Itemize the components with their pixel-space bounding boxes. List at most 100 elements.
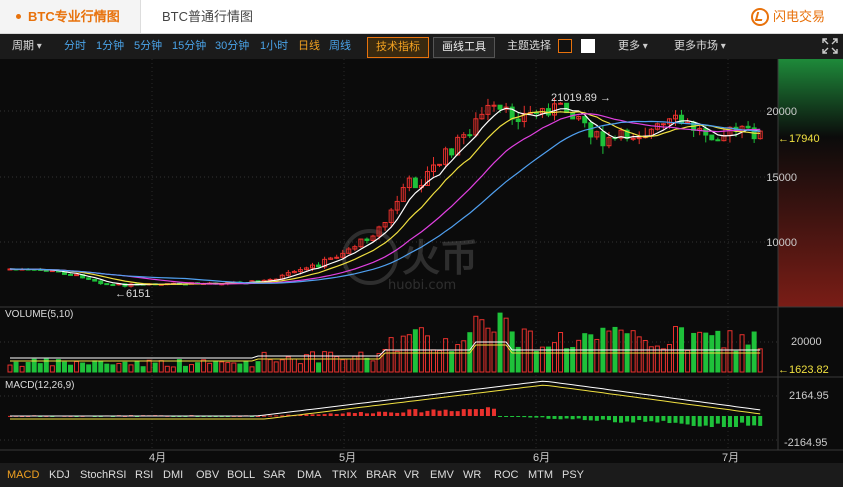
candle-body	[497, 104, 503, 110]
theme-light-swatch[interactable]	[581, 39, 595, 53]
x-tick-april: 4月	[149, 452, 166, 463]
candle-body	[703, 128, 709, 136]
volume-bar	[182, 365, 188, 373]
macd-bar	[637, 416, 642, 421]
macd-title: MACD(12,26,9)	[5, 380, 74, 391]
period-1hour[interactable]: 1小时	[260, 34, 288, 59]
volume-current-label: 1623.82	[789, 364, 829, 376]
volume-bar	[539, 346, 545, 373]
macd-bar	[679, 416, 684, 424]
indicator-tab-mtm[interactable]: MTM	[528, 463, 553, 487]
macd-bar	[371, 413, 375, 416]
indicator-tab-dmi[interactable]: DMI	[163, 463, 183, 487]
volume-bar	[346, 358, 352, 373]
indicator-tab-vr[interactable]: VR	[404, 463, 419, 487]
period-5min[interactable]: 5分钟	[134, 34, 162, 59]
volume-title: VOLUME(5,10)	[5, 309, 73, 320]
price-tick-20000: 20000	[766, 106, 797, 118]
macd-tick-lower: -2164.95	[784, 437, 827, 449]
volume-bar	[310, 351, 315, 373]
candle-body	[104, 283, 110, 286]
low-arrow-icon: ←	[115, 288, 126, 300]
indicator-tab-trix[interactable]: TRIX	[332, 463, 357, 487]
candlestick-chart[interactable]: 火币 huobi.com 20000 15000 10000 ← 17940 2…	[0, 59, 843, 464]
chart-area[interactable]: 火币 huobi.com 20000 15000 10000 ← 17940 2…	[0, 59, 843, 464]
macd-bar	[358, 411, 363, 416]
indicator-tab-dma[interactable]: DMA	[297, 463, 321, 487]
fullscreen-icon[interactable]	[821, 37, 839, 55]
volume-bar	[340, 359, 346, 373]
indicator-tab-roc[interactable]: ROC	[494, 463, 518, 487]
indicator-tab-emv[interactable]: EMV	[430, 463, 454, 487]
volume-bar	[279, 359, 285, 373]
volume-bar	[564, 348, 570, 373]
indicator-tab-wr[interactable]: WR	[463, 463, 481, 487]
volume-bar	[231, 362, 237, 373]
macd-bar	[721, 416, 726, 427]
macd-bar	[649, 416, 654, 422]
candle-body	[564, 102, 570, 114]
macd-bar	[727, 416, 732, 427]
macd-bar	[419, 412, 424, 416]
drawing-tools-button[interactable]: 画线工具	[433, 37, 495, 58]
macd-bar	[322, 414, 327, 416]
volume-bar	[715, 330, 721, 373]
x-tick-july: 7月	[722, 452, 739, 463]
indicator-tab-sar[interactable]: SAR	[263, 463, 286, 487]
volume-bar	[745, 344, 751, 373]
period-dropdown[interactable]: 周期	[12, 34, 42, 59]
macd-bar	[334, 414, 339, 416]
active-dot-icon	[16, 14, 21, 20]
indicator-tab-boll[interactable]: BOLL	[227, 463, 255, 487]
macd-bar	[268, 415, 273, 417]
macd-bar	[262, 415, 267, 417]
volume-bar	[134, 361, 140, 373]
tech-indicator-button[interactable]: 技术指标	[367, 37, 429, 58]
volume-bar	[394, 350, 400, 373]
macd-bar	[467, 409, 472, 416]
candle-body	[636, 137, 642, 140]
more-dropdown[interactable]: 更多	[618, 34, 648, 59]
indicator-tab-psy[interactable]: PSY	[562, 463, 584, 487]
period-daily[interactable]: 日线	[298, 34, 320, 59]
volume-bar	[80, 362, 86, 373]
volume-bar	[7, 364, 13, 373]
macd-bar	[594, 416, 599, 421]
indicator-tab-kdj[interactable]: KDJ	[49, 463, 70, 487]
indicator-tab-rsi[interactable]: RSI	[135, 463, 153, 487]
volume-bar	[497, 312, 503, 373]
tab-btc-normal-chart[interactable]: BTC普通行情图	[162, 0, 253, 33]
macd-bar	[631, 416, 636, 423]
period-weekly[interactable]: 周线	[329, 34, 351, 59]
indicator-tab-obv[interactable]: OBV	[196, 463, 219, 487]
volume-bar	[545, 346, 551, 373]
period-1min-timeshare[interactable]: 分时	[64, 34, 86, 59]
volume-bar	[533, 350, 539, 373]
macd-bar	[413, 409, 418, 416]
macd-bar	[558, 416, 563, 420]
theme-dark-swatch[interactable]	[558, 39, 572, 53]
macd-bar	[667, 416, 672, 424]
indicator-tab-stochrsi[interactable]: StochRSI	[80, 463, 126, 487]
tab-btc-pro-chart[interactable]: BTC专业行情图	[0, 0, 141, 33]
flash-trade-link[interactable]: 闪电交易	[750, 0, 825, 33]
candle-body	[630, 137, 636, 140]
tab-label: BTC专业行情图	[28, 9, 120, 24]
indicator-tab-macd[interactable]: MACD	[7, 463, 39, 487]
candle-body	[412, 177, 418, 189]
volume-bar	[558, 332, 564, 373]
volume-bar	[267, 359, 273, 373]
indicator-tab-brar[interactable]: BRAR	[366, 463, 397, 487]
price-up-zone	[778, 59, 843, 137]
volume-bar	[721, 347, 727, 373]
macd-bar	[346, 412, 351, 416]
more-markets-dropdown[interactable]: 更多市场	[674, 34, 726, 59]
period-1min[interactable]: 1分钟	[96, 34, 124, 59]
period-30min[interactable]: 30分钟	[215, 34, 249, 59]
volume-bar	[570, 346, 576, 373]
macd-bar	[352, 413, 357, 416]
volume-bar	[358, 351, 364, 373]
macd-bar	[576, 416, 581, 419]
macd-bar	[498, 416, 503, 417]
period-15min[interactable]: 15分钟	[172, 34, 206, 59]
